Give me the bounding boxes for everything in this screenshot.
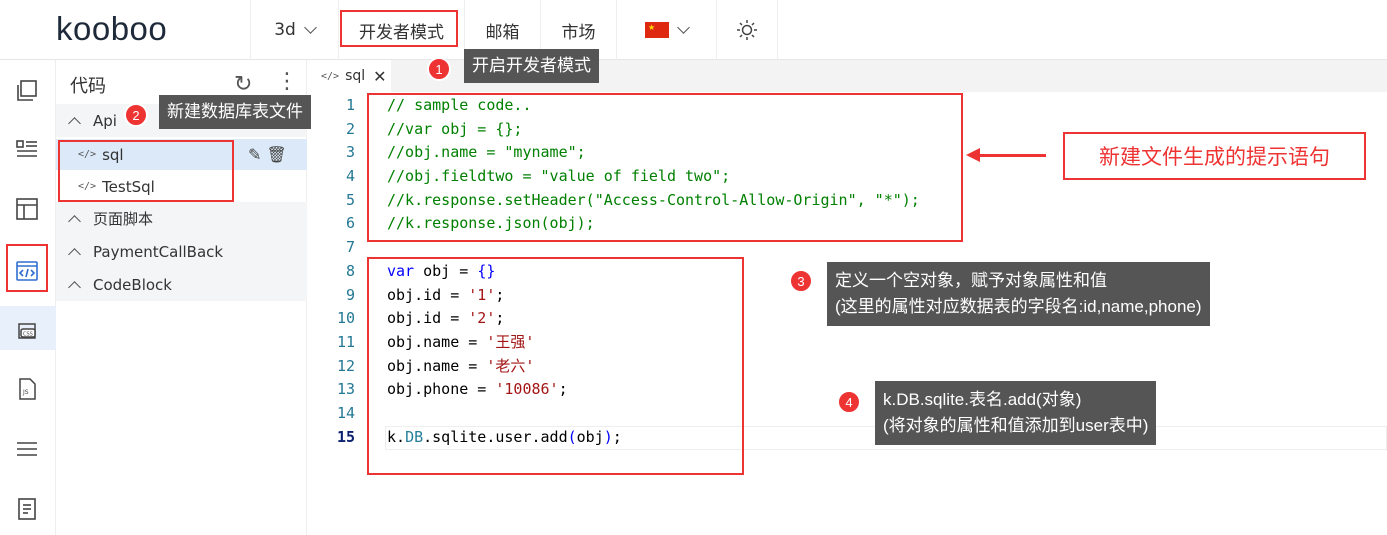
close-icon[interactable]: ✕ <box>373 67 386 86</box>
kooboo-logo[interactable]: kooboo <box>56 10 167 48</box>
js-file-icon[interactable]: JS <box>14 376 40 402</box>
line-number: 11 <box>336 332 355 351</box>
logo-text: kooboo <box>56 10 168 47</box>
language-selector[interactable] <box>616 0 716 60</box>
line-number: 14 <box>336 403 355 422</box>
code-panel: 代码 ↻ ⋮ Api </> sql ✎ 🗑 </> TestSql 页面脚本 … <box>56 60 307 535</box>
chevron-up-icon <box>68 248 81 261</box>
line-number: 1 <box>345 96 355 114</box>
file-actions: ✎ 🗑 <box>248 145 287 164</box>
group-label: Api <box>93 111 117 130</box>
svg-text:JS: JS <box>22 389 29 396</box>
line-number: 7 <box>345 238 355 257</box>
chevron-down-icon <box>677 20 690 34</box>
chevron-up-icon <box>68 281 81 294</box>
svg-text:CSS: CSS <box>23 332 33 338</box>
line-number: 4 <box>345 167 355 186</box>
line-number: 6 <box>345 214 355 233</box>
step-badge-2: 2 <box>124 103 148 127</box>
tooltip-3-line1: 定义一个空对象，赋予对象属性和值 <box>835 271 1107 290</box>
group-codeblock[interactable]: CodeBlock <box>56 268 307 301</box>
annotation-box-files <box>58 140 234 202</box>
menu-icon[interactable] <box>14 436 40 462</box>
china-flag-icon <box>645 22 669 38</box>
tooltip-3: 定义一个空对象，赋予对象属性和值 (这里的属性对应数据表的字段名:id,name… <box>827 262 1210 326</box>
chevron-up-icon <box>68 117 81 130</box>
line-number: 13 <box>336 380 355 399</box>
annotation-box-code-icon <box>6 244 48 292</box>
hint-label: 新建文件生成的提示语句 <box>1063 132 1366 180</box>
step-badge-4: 4 <box>837 390 861 414</box>
theme-toggle[interactable] <box>716 0 778 60</box>
pages-icon[interactable] <box>14 78 40 104</box>
document-icon[interactable] <box>14 496 40 522</box>
panel-title: 代码 <box>70 76 106 97</box>
tab-sql[interactable]: </> sql ✕ <box>307 60 391 92</box>
top-bar: kooboo 3d 开发者模式 邮箱 市场 <box>0 0 1387 60</box>
chevron-up-icon <box>68 215 81 228</box>
group-payment-callback[interactable]: PaymentCallBack <box>56 235 307 268</box>
annotation-box-code <box>367 257 744 475</box>
line-number: 9 <box>345 285 355 304</box>
more-icon[interactable]: ⋮ <box>276 69 298 94</box>
site-selector[interactable]: 3d <box>250 0 338 60</box>
css-file-icon[interactable]: CSS <box>14 318 40 344</box>
tooltip-4: k.DB.sqlite.表名.add(对象) (将对象的属性和值添加到user表… <box>875 381 1157 445</box>
tooltip-1: 开启开发者模式 <box>464 49 599 83</box>
refresh-icon[interactable]: ↻ <box>234 72 252 97</box>
code-file-icon: </> <box>321 70 340 82</box>
group-label: CodeBlock <box>93 275 172 294</box>
mail-label: 邮箱 <box>485 22 520 43</box>
line-number: 5 <box>345 190 355 209</box>
line-number-gutter: 1 2 3 4 5 6 7 8 9 10 11 12 13 14 15 <box>307 94 359 449</box>
market-label: 市场 <box>561 22 596 43</box>
annotation-box-comments <box>367 93 963 242</box>
group-label: PaymentCallBack <box>93 242 224 261</box>
line-number: 8 <box>345 261 355 280</box>
sun-icon <box>737 20 757 40</box>
layout-icon[interactable] <box>14 196 40 222</box>
group-page-scripts[interactable]: 页面脚本 <box>56 202 307 235</box>
list-icon[interactable] <box>14 137 40 163</box>
trash-icon[interactable]: 🗑 <box>267 145 287 164</box>
arrow-left-icon <box>966 148 1046 162</box>
tooltip-2: 新建数据库表文件 <box>159 95 311 129</box>
edit-icon[interactable]: ✎ <box>248 145 261 164</box>
line-number: 10 <box>336 309 355 328</box>
chevron-down-icon <box>303 20 317 34</box>
line-number: 15 <box>336 427 355 446</box>
annotation-box-dev-mode <box>340 10 458 47</box>
tooltip-4-line2: (将对象的属性和值添加到user表中) <box>883 416 1149 435</box>
step-badge-1: 1 <box>427 57 451 81</box>
line-number: 3 <box>345 143 355 162</box>
step-badge-3: 3 <box>789 269 813 293</box>
tooltip-4-line1: k.DB.sqlite.表名.add(对象) <box>883 390 1082 409</box>
group-label: 页面脚本 <box>93 210 154 228</box>
activity-bar: CSS JS <box>0 60 56 535</box>
line-number: 2 <box>345 119 355 138</box>
site-label: 3d <box>274 20 296 40</box>
line-number: 12 <box>336 356 355 375</box>
tooltip-3-line2: (这里的属性对应数据表的字段名:id,name,phone) <box>835 297 1202 316</box>
tab-label: sql <box>345 68 366 84</box>
